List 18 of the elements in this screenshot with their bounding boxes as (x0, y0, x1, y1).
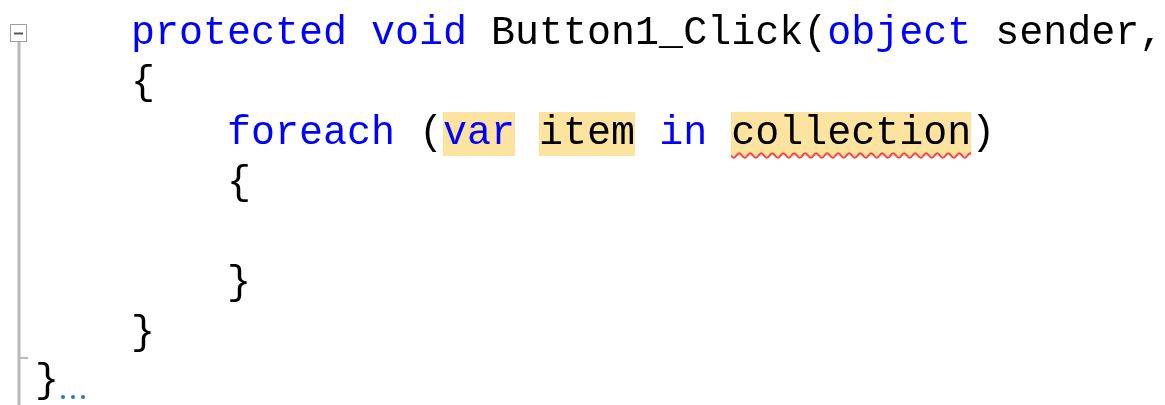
code-keyword: void (371, 12, 468, 56)
code-keyword: var (443, 112, 516, 156)
code-text: { (131, 62, 155, 106)
code-keyword: foreach (227, 112, 396, 156)
code-text: collection (731, 112, 972, 156)
code-keyword: in (659, 112, 708, 156)
code-text: sender, (995, 12, 1164, 56)
fold-toggle-button[interactable] (10, 24, 27, 42)
code-text: { (227, 162, 251, 206)
code-text: Button1_Click( (491, 12, 828, 56)
code-text: ) (971, 112, 996, 156)
code-keyword: protected (131, 12, 348, 56)
code-text: item (539, 112, 636, 156)
code-text: ( (419, 112, 444, 156)
code-text: } (131, 312, 155, 356)
code-keyword: object (827, 12, 972, 56)
code-text: } (227, 262, 251, 306)
code-text: } (35, 360, 59, 404)
